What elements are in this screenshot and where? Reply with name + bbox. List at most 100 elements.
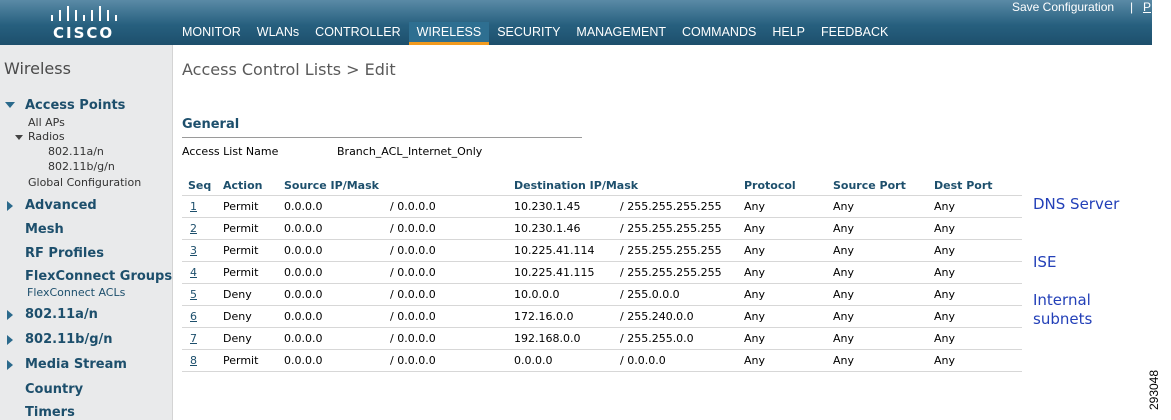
row-action: Permit — [217, 195, 278, 218]
row-seq-cell: 2 — [182, 217, 217, 240]
cisco-logo-text: CISCO — [53, 24, 115, 42]
sidebar-item-media-stream[interactable]: Media Stream — [25, 357, 127, 372]
sidebar-item-all-aps[interactable]: All APs — [28, 116, 65, 129]
collapsed-arrow-icon[interactable] — [7, 201, 13, 211]
row-source-ip: 0.0.0.0 — [278, 217, 384, 240]
sidebar-item-access-points[interactable]: Access Points — [25, 98, 125, 113]
row-action: Permit — [217, 349, 278, 372]
row-source-mask: / 0.0.0.0 — [384, 283, 508, 306]
sidebar-item-radio-a[interactable]: 802.11a/n — [48, 145, 104, 158]
sidebar-item-timers[interactable]: Timers — [25, 405, 75, 420]
table-row: 3 Permit 0.0.0.0/ 0.0.0.0 10.225.41.114/ 25… — [182, 239, 1022, 262]
row-destination-mask: / 255.255.255.255 — [614, 239, 738, 262]
row-seq-link[interactable]: 6 — [188, 310, 197, 323]
row-source-mask: / 0.0.0.0 — [384, 239, 508, 262]
column-header-source: Source IP/Mask — [284, 178, 379, 192]
row-destination-ip: 10.225.41.114 — [508, 239, 614, 262]
sidebar-item-flexconnect-groups[interactable]: FlexConnect Groups — [25, 269, 172, 284]
expanded-arrow-icon[interactable] — [5, 102, 15, 108]
sidebar-item-radio-b[interactable]: 802.11b/g/n — [48, 160, 115, 173]
row-destination-ip: 172.16.0.0 — [508, 305, 614, 328]
row-protocol: Any — [738, 327, 827, 350]
row-seq-link[interactable]: 1 — [188, 200, 197, 213]
sidebar-item-advanced[interactable]: Advanced — [25, 198, 97, 213]
top-navigation-bar: CISCO MONITOR WLANs CONTROLLER WIRELESS … — [0, 0, 1152, 45]
row-source-ip: 0.0.0.0 — [278, 261, 384, 284]
expanded-arrow-icon[interactable] — [15, 135, 23, 140]
row-seq-cell: 4 — [182, 261, 217, 284]
row-source-port: Any — [827, 239, 928, 262]
row-source-mask: / 0.0.0.0 — [384, 349, 508, 372]
figure-number: 293048 — [1147, 365, 1168, 419]
row-source-port: Any — [827, 217, 928, 240]
header-truncated-link[interactable]: P — [1143, 0, 1151, 14]
row-seq-link[interactable]: 5 — [188, 288, 197, 301]
row-destination-ip: 10.230.1.45 — [508, 195, 614, 218]
sidebar-item-mesh[interactable]: Mesh — [25, 222, 64, 237]
row-destination-mask: / 255.255.255.255 — [614, 195, 738, 218]
annotation-dns-server: DNS Server — [1033, 195, 1120, 213]
annotation-subnets: subnets — [1033, 310, 1093, 328]
row-dest-port: Any — [928, 261, 1022, 284]
main-nav: MONITOR WLANs CONTROLLER WIRELESS SECURI… — [174, 22, 896, 45]
table-row: 2 Permit 0.0.0.0/ 0.0.0.0 10.230.1.46/ 255.… — [182, 217, 1022, 240]
row-destination-mask: / 255.255.255.255 — [614, 261, 738, 284]
nav-feedback[interactable]: FEEDBACK — [813, 22, 896, 45]
row-destination-mask: / 255.255.0.0 — [614, 327, 738, 350]
row-destination-mask: / 255.0.0.0 — [614, 283, 738, 306]
row-source-mask: / 0.0.0.0 — [384, 261, 508, 284]
acl-rules-table: Seq Action Source IP/Mask Destination IP… — [182, 175, 1022, 372]
table-header-row: Seq Action Source IP/Mask Destination IP… — [182, 175, 1022, 196]
row-source-ip: 0.0.0.0 — [278, 327, 384, 350]
sidebar-item-rf-profiles[interactable]: RF Profiles — [25, 246, 104, 261]
row-dest-port: Any — [928, 283, 1022, 306]
row-source-port: Any — [827, 349, 928, 372]
column-header-dest-port: Dest Port — [934, 178, 993, 192]
row-destination-mask: / 255.240.0.0 — [614, 305, 738, 328]
table-row: 8 Permit 0.0.0.0/ 0.0.0.0 0.0.0.0/ 0.0.0.0 A… — [182, 349, 1022, 372]
sidebar-item-country[interactable]: Country — [25, 382, 83, 397]
row-destination-mask: / 0.0.0.0 — [614, 349, 738, 372]
row-seq-link[interactable]: 2 — [188, 222, 197, 235]
row-protocol: Any — [738, 305, 827, 328]
row-destination-ip: 10.230.1.46 — [508, 217, 614, 240]
nav-controller[interactable]: CONTROLLER — [307, 22, 408, 45]
row-destination-ip: 10.0.0.0 — [508, 283, 614, 306]
save-configuration-link[interactable]: Save Configuration — [1012, 0, 1114, 14]
nav-security[interactable]: SECURITY — [489, 22, 568, 45]
table-row: 7 Deny 0.0.0.0/ 0.0.0.0 192.168.0.0/ 255.25… — [182, 327, 1022, 350]
row-seq-link[interactable]: 8 — [188, 354, 197, 367]
row-seq-link[interactable]: 3 — [188, 244, 197, 257]
row-source-port: Any — [827, 305, 928, 328]
figure-number-text: 293048 — [1147, 369, 1162, 411]
column-header-source-port: Source Port — [833, 178, 906, 192]
section-divider — [182, 137, 582, 138]
row-action: Permit — [217, 261, 278, 284]
row-seq-cell: 3 — [182, 239, 217, 262]
nav-wlans[interactable]: WLANs — [249, 22, 307, 45]
row-protocol: Any — [738, 239, 827, 262]
sidebar-item-flexconnect-acls[interactable]: FlexConnect ACLs — [27, 286, 125, 299]
section-heading-general: General — [182, 117, 240, 132]
sidebar-title: Wireless — [4, 59, 71, 78]
row-dest-port: Any — [928, 327, 1022, 350]
nav-monitor[interactable]: MONITOR — [174, 22, 249, 45]
collapsed-arrow-icon[interactable] — [7, 335, 13, 345]
nav-management[interactable]: MANAGEMENT — [568, 22, 674, 45]
nav-help[interactable]: HELP — [764, 22, 813, 45]
sidebar-item-global-configuration[interactable]: Global Configuration — [28, 176, 141, 189]
sidebar-item-80211a[interactable]: 802.11a/n — [25, 307, 98, 322]
row-seq-link[interactable]: 7 — [188, 332, 197, 345]
cisco-logo: CISCO — [47, 3, 117, 42]
nav-wireless[interactable]: WIRELESS — [408, 22, 490, 45]
row-dest-port: Any — [928, 217, 1022, 240]
row-destination-ip: 10.225.41.115 — [508, 261, 614, 284]
collapsed-arrow-icon[interactable] — [7, 310, 13, 320]
column-header-protocol: Protocol — [744, 178, 796, 192]
row-source-port: Any — [827, 283, 928, 306]
nav-commands[interactable]: COMMANDS — [674, 22, 764, 45]
collapsed-arrow-icon[interactable] — [7, 360, 13, 370]
sidebar-item-80211bg[interactable]: 802.11b/g/n — [25, 332, 113, 347]
row-source-ip: 0.0.0.0 — [278, 305, 384, 328]
row-seq-link[interactable]: 4 — [188, 266, 197, 279]
